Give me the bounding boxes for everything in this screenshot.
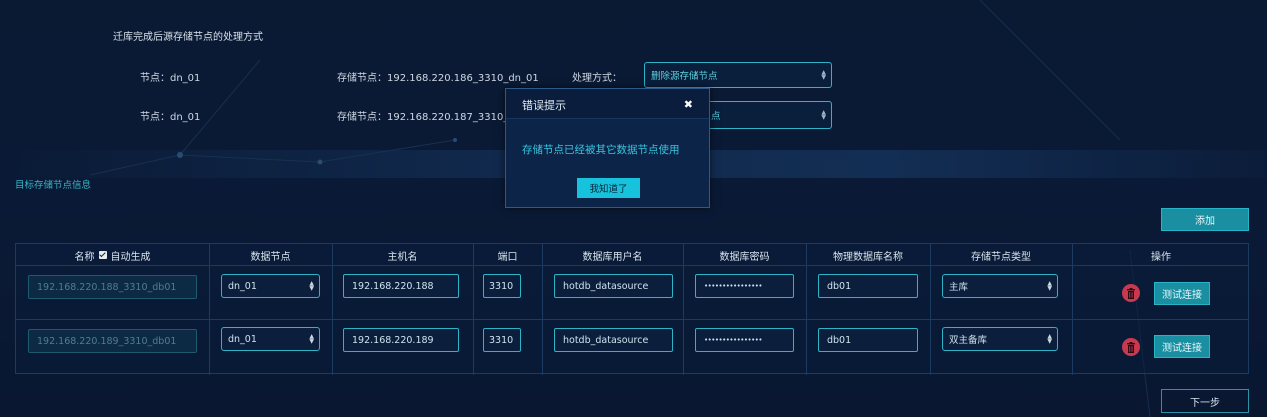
node-type-value: 双主备库	[949, 335, 988, 346]
target-section-title: 目标存储节点信息	[15, 180, 92, 191]
close-icon[interactable]: ✖	[684, 98, 693, 111]
data-node-select[interactable]: dn_01 ▲ ▼	[221, 327, 320, 351]
data-node-select[interactable]: dn_01 ▲ ▼	[221, 274, 320, 298]
process-node-label: 节点：dn_01	[140, 73, 201, 84]
header-actions: 操作	[1151, 251, 1171, 263]
process-storage-label: 存储节点：192.168.220.186_3310_dn_01	[337, 73, 539, 84]
host-input[interactable]: 192.168.220.189	[343, 328, 459, 352]
delete-icon[interactable]	[1122, 284, 1140, 302]
node-type-value: 主库	[949, 282, 969, 293]
dialog-message: 存储节点已经被其它数据节点使用	[522, 144, 680, 156]
process-storage-label: 存储节点：192.168.220.187_3310_dn_0	[337, 112, 533, 123]
add-button[interactable]: 添加	[1161, 208, 1249, 231]
auto-generate-checkbox[interactable]	[98, 251, 107, 259]
acknowledge-button[interactable]: 我知道了	[577, 178, 640, 198]
header-port: 端口	[497, 251, 518, 263]
test-connection-button[interactable]: 测试连接	[1154, 335, 1210, 358]
select-arrows-icon: ▲ ▼	[309, 280, 314, 292]
header-db-user: 数据库用户名	[582, 251, 643, 263]
row-divider	[16, 319, 1248, 320]
header-auto-generate-label: 自动生成	[110, 251, 151, 263]
process-method-select[interactable]: 删除源存储节点 ▲ ▼	[644, 62, 832, 88]
db-password-input[interactable]: ••••••••••••••••	[695, 328, 794, 352]
select-arrows-icon: ▲ ▼	[309, 333, 314, 345]
header-physical-db: 物理数据库名称	[833, 251, 903, 263]
data-node-value: dn_01	[228, 333, 257, 345]
host-input[interactable]: 192.168.220.188	[343, 274, 459, 298]
port-input[interactable]: 3310	[483, 328, 521, 352]
error-dialog: 错误提示 ✖ 存储节点已经被其它数据节点使用 我知道了	[505, 88, 710, 208]
name-input[interactable]: 192.168.220.188_3310_db01	[28, 275, 197, 299]
port-input[interactable]: 3310	[483, 274, 521, 298]
header-db-password: 数据库密码	[719, 251, 770, 263]
header-data-node: 数据节点	[250, 251, 291, 263]
node-type-select[interactable]: 主库 ▲ ▼	[942, 274, 1058, 298]
header-name: 名称 自动生成	[16, 244, 209, 266]
select-arrows-icon: ▲ ▼	[821, 69, 826, 81]
dialog-title: 错误提示	[522, 99, 566, 112]
physical-db-input[interactable]: db01	[818, 328, 918, 352]
header-host: 主机名	[387, 251, 418, 263]
header-name-label: 名称	[74, 251, 95, 263]
name-input[interactable]: 192.168.220.189_3310_db01	[28, 329, 197, 353]
process-node-label: 节点：dn_01	[140, 112, 201, 123]
select-arrows-icon: ▲ ▼	[1047, 333, 1052, 345]
db-user-input[interactable]: hotdb_datasource	[554, 274, 673, 298]
header-node-type: 存储节点类型	[971, 251, 1031, 263]
process-method-value: 删除源存储节点	[651, 71, 718, 82]
physical-db-input[interactable]: db01	[818, 274, 918, 298]
next-step-button[interactable]: 下一步	[1161, 389, 1249, 413]
db-user-input[interactable]: hotdb_datasource	[554, 328, 673, 352]
db-password-input[interactable]: ••••••••••••••••	[695, 274, 794, 298]
select-arrows-icon: ▲ ▼	[1047, 280, 1052, 292]
storage-node-table: 名称 自动生成 数据节点 主机名 端口 数据库用户名 数据库密码 物理数据库名称…	[15, 243, 1249, 375]
process-method-label: 处理方式：	[572, 73, 622, 84]
node-type-select[interactable]: 双主备库 ▲ ▼	[942, 327, 1058, 351]
data-node-value: dn_01	[228, 280, 257, 292]
section-title: 迁库完成后源存储节点的处理方式	[113, 32, 263, 43]
delete-icon[interactable]	[1122, 338, 1140, 356]
select-arrows-icon: ▲ ▼	[821, 109, 826, 121]
test-connection-button[interactable]: 测试连接	[1154, 282, 1210, 305]
